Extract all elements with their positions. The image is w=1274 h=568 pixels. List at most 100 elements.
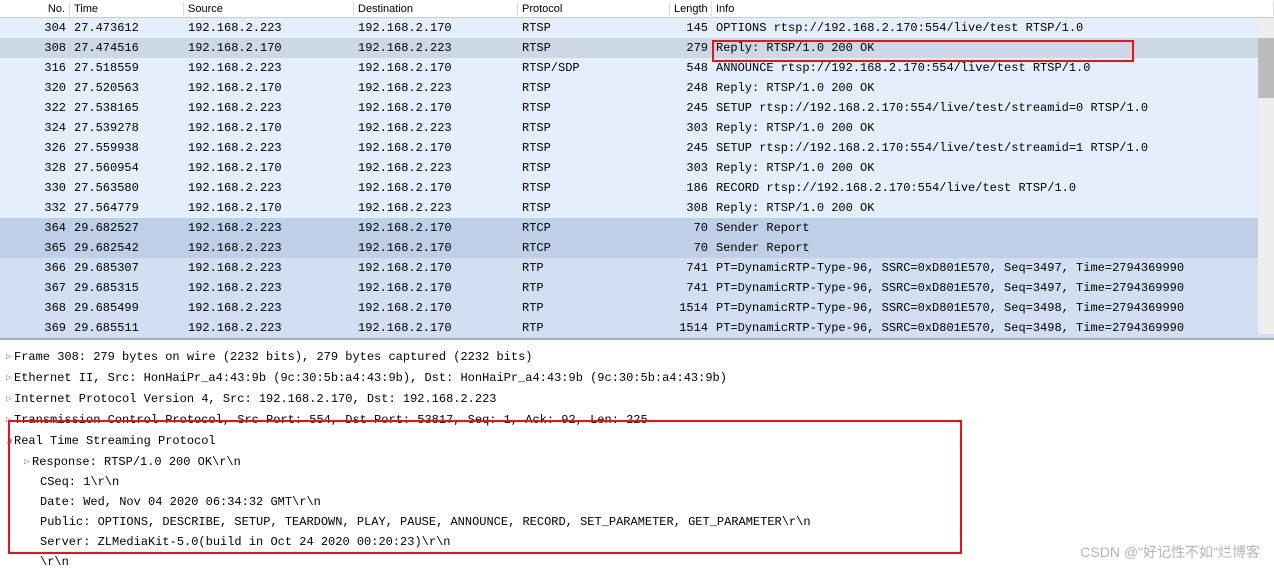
cell: 192.168.2.223: [354, 120, 518, 136]
cell: PT=DynamicRTP-Type-96, SSRC=0xD801E570, …: [712, 280, 1274, 296]
tree-date[interactable]: Date: Wed, Nov 04 2020 06:34:32 GMT\r\n: [4, 492, 1270, 512]
cell: 192.168.2.170: [184, 200, 354, 216]
collapse-icon[interactable]: [4, 430, 14, 451]
table-row[interactable]: 32227.538165192.168.2.223192.168.2.170RT…: [0, 98, 1274, 118]
cell: 192.168.2.170: [354, 140, 518, 156]
cell: 192.168.2.223: [184, 320, 354, 336]
expand-icon[interactable]: [4, 367, 14, 388]
col-header-source[interactable]: Source: [184, 2, 354, 16]
cell: 548: [670, 60, 712, 76]
cell: 192.168.2.223: [354, 160, 518, 176]
table-row[interactable]: 30427.473612192.168.2.223192.168.2.170RT…: [0, 18, 1274, 38]
tree-server[interactable]: Server: ZLMediaKit-5.0(build in Oct 24 2…: [4, 532, 1270, 552]
cell: 29.685315: [70, 280, 184, 296]
cell: RTSP: [518, 200, 670, 216]
expand-icon[interactable]: [4, 388, 14, 409]
expand-icon[interactable]: [4, 346, 14, 367]
table-row[interactable]: 36729.685315192.168.2.223192.168.2.170RT…: [0, 278, 1274, 298]
cell: 192.168.2.223: [184, 240, 354, 256]
cell: 1514: [670, 320, 712, 336]
cell: Reply: RTSP/1.0 200 OK: [712, 40, 1274, 56]
table-row[interactable]: 36929.685511192.168.2.223192.168.2.170RT…: [0, 318, 1274, 338]
cell: 192.168.2.170: [354, 220, 518, 236]
cell: RTSP: [518, 120, 670, 136]
cell: 320: [0, 80, 70, 96]
table-row[interactable]: 36529.682542192.168.2.223192.168.2.170RT…: [0, 238, 1274, 258]
cell: 27.520563: [70, 80, 184, 96]
cell: RTSP: [518, 40, 670, 56]
table-row[interactable]: 31627.518559192.168.2.223192.168.2.170RT…: [0, 58, 1274, 78]
tree-public[interactable]: Public: OPTIONS, DESCRIBE, SETUP, TEARDO…: [4, 512, 1270, 532]
cell: RTSP: [518, 80, 670, 96]
cell: 248: [670, 80, 712, 96]
cell: 328: [0, 160, 70, 176]
cell: 29.682542: [70, 240, 184, 256]
packet-list-header[interactable]: No. Time Source Destination Protocol Len…: [0, 0, 1274, 18]
tree-server-text: Server: ZLMediaKit-5.0(build in Oct 24 2…: [40, 532, 450, 552]
tree-ip[interactable]: Internet Protocol Version 4, Src: 192.16…: [4, 388, 1270, 409]
tree-tcp[interactable]: Transmission Control Protocol, Src Port:…: [4, 409, 1270, 430]
col-header-info[interactable]: Info: [712, 2, 1274, 16]
cell: 192.168.2.223: [184, 180, 354, 196]
cell: 192.168.2.170: [184, 160, 354, 176]
cell: 145: [670, 20, 712, 36]
cell: RTCP: [518, 240, 670, 256]
tree-response-text: Response: RTSP/1.0 200 OK\r\n: [32, 452, 241, 472]
tree-eth-text: Ethernet II, Src: HonHaiPr_a4:43:9b (9c:…: [14, 368, 727, 388]
packet-list-pane[interactable]: No. Time Source Destination Protocol Len…: [0, 0, 1274, 340]
cell: 303: [670, 160, 712, 176]
col-header-protocol[interactable]: Protocol: [518, 2, 670, 16]
table-row[interactable]: 36629.685307192.168.2.223192.168.2.170RT…: [0, 258, 1274, 278]
tree-crlf[interactable]: \r\n: [4, 552, 1270, 568]
cell: 192.168.2.223: [184, 280, 354, 296]
packet-details-pane[interactable]: Frame 308: 279 bytes on wire (2232 bits)…: [0, 340, 1274, 568]
table-row[interactable]: 30827.474516192.168.2.170192.168.2.223RT…: [0, 38, 1274, 58]
cell: 366: [0, 260, 70, 276]
cell: 192.168.2.223: [184, 300, 354, 316]
cell: 192.168.2.170: [354, 180, 518, 196]
cell: Reply: RTSP/1.0 200 OK: [712, 80, 1274, 96]
tree-response[interactable]: Response: RTSP/1.0 200 OK\r\n: [4, 451, 1270, 472]
tree-frame[interactable]: Frame 308: 279 bytes on wire (2232 bits)…: [4, 346, 1270, 367]
cell: 192.168.2.170: [354, 300, 518, 316]
table-row[interactable]: 32027.520563192.168.2.170192.168.2.223RT…: [0, 78, 1274, 98]
cell: 192.168.2.223: [184, 20, 354, 36]
cell: 70: [670, 240, 712, 256]
expand-icon[interactable]: [4, 409, 14, 430]
cell: ANNOUNCE rtsp://192.168.2.170:554/live/t…: [712, 60, 1274, 76]
expand-icon[interactable]: [22, 451, 32, 472]
cell: 369: [0, 320, 70, 336]
cell: 192.168.2.223: [184, 260, 354, 276]
tree-frame-text: Frame 308: 279 bytes on wire (2232 bits)…: [14, 347, 532, 367]
cell: 330: [0, 180, 70, 196]
cell: 304: [0, 20, 70, 36]
table-row[interactable]: 32827.560954192.168.2.170192.168.2.223RT…: [0, 158, 1274, 178]
table-row[interactable]: 32627.559938192.168.2.223192.168.2.170RT…: [0, 138, 1274, 158]
table-row[interactable]: 32427.539278192.168.2.170192.168.2.223RT…: [0, 118, 1274, 138]
col-header-no[interactable]: No.: [0, 2, 70, 16]
tree-date-text: Date: Wed, Nov 04 2020 06:34:32 GMT\r\n: [40, 492, 321, 512]
cell: Sender Report: [712, 240, 1274, 256]
cell: Reply: RTSP/1.0 200 OK: [712, 200, 1274, 216]
col-header-length[interactable]: Length: [670, 2, 712, 16]
table-row[interactable]: 36829.685499192.168.2.223192.168.2.170RT…: [0, 298, 1274, 318]
cell: 192.168.2.223: [184, 60, 354, 76]
cell: RTP: [518, 320, 670, 336]
tree-cseq[interactable]: CSeq: 1\r\n: [4, 472, 1270, 492]
cell: 29.685307: [70, 260, 184, 276]
cell: 326: [0, 140, 70, 156]
col-header-destination[interactable]: Destination: [354, 2, 518, 16]
scrollbar[interactable]: [1258, 18, 1274, 334]
tree-rtsp[interactable]: Real Time Streaming Protocol: [4, 430, 1270, 451]
cell: RTSP: [518, 160, 670, 176]
col-header-time[interactable]: Time: [70, 2, 184, 16]
table-row[interactable]: 33227.564779192.168.2.170192.168.2.223RT…: [0, 198, 1274, 218]
cell: 29.685499: [70, 300, 184, 316]
tree-ethernet[interactable]: Ethernet II, Src: HonHaiPr_a4:43:9b (9c:…: [4, 367, 1270, 388]
table-row[interactable]: 36429.682527192.168.2.223192.168.2.170RT…: [0, 218, 1274, 238]
scrollbar-thumb[interactable]: [1258, 38, 1274, 98]
tree-cseq-text: CSeq: 1\r\n: [40, 472, 119, 492]
cell: Sender Report: [712, 220, 1274, 236]
table-row[interactable]: 33027.563580192.168.2.223192.168.2.170RT…: [0, 178, 1274, 198]
packet-rows[interactable]: 30427.473612192.168.2.223192.168.2.170RT…: [0, 18, 1274, 340]
